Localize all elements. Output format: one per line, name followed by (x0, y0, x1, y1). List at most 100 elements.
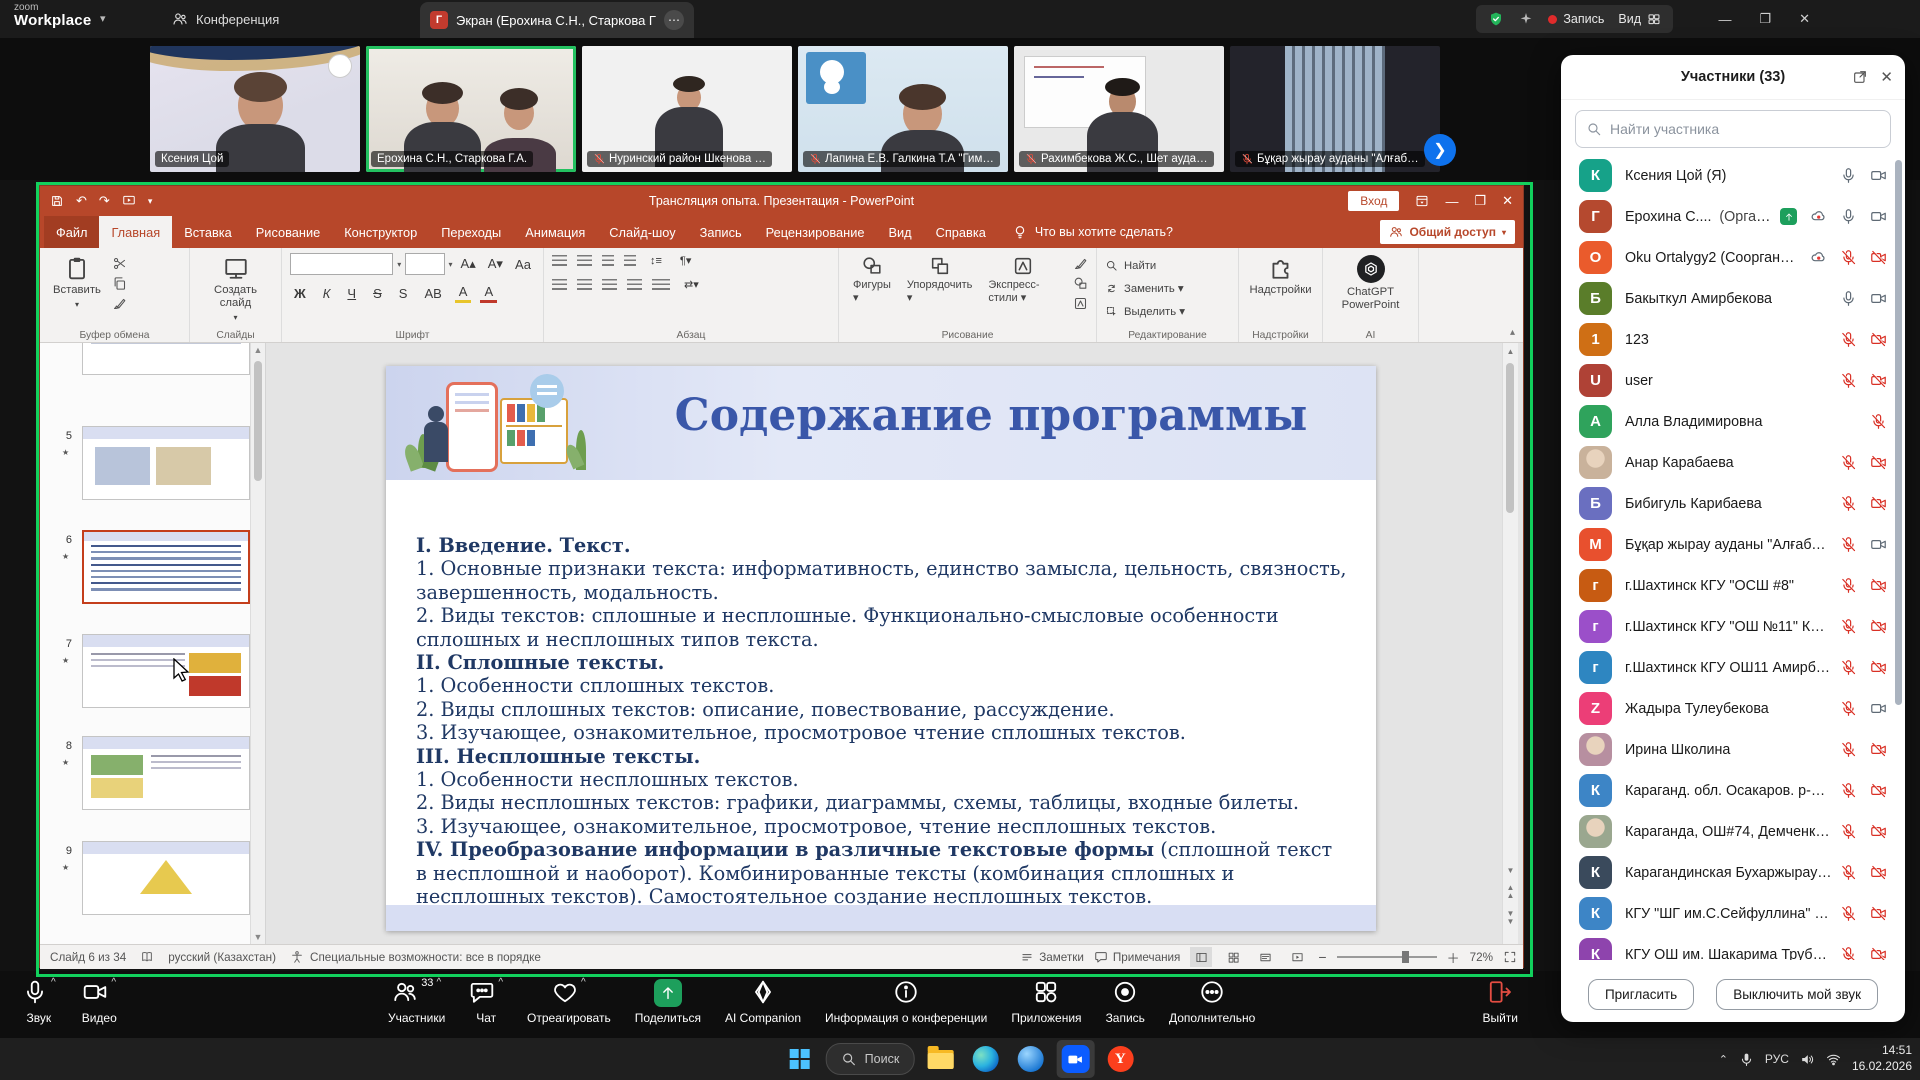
camera-off-icon[interactable] (1870, 618, 1887, 635)
zoom-out-button[interactable]: − (1318, 949, 1326, 965)
close-button[interactable]: ✕ (1799, 11, 1810, 27)
toolbar-share-button[interactable]: Поделиться (635, 979, 701, 1025)
select-button[interactable]: Выделить ▾ (1105, 301, 1230, 322)
browser-app-icon[interactable] (1011, 1040, 1049, 1078)
shapes-button[interactable]: Фигуры ▾ (847, 253, 897, 306)
recording-indicator[interactable]: Запись (1548, 12, 1604, 26)
line-spacing-icon[interactable]: ↕≡ (646, 254, 666, 268)
columns-icon[interactable] (652, 279, 670, 290)
mic-muted-icon[interactable] (1840, 454, 1857, 471)
shield-check-icon[interactable] (1488, 11, 1504, 27)
align-left-icon[interactable] (552, 279, 567, 290)
mic-on-icon[interactable] (1840, 290, 1857, 307)
zoom-slider[interactable] (1337, 956, 1437, 958)
slide-thumbnail-8[interactable] (82, 736, 250, 810)
slide-thumbnail-6[interactable] (82, 530, 250, 604)
tray-mic-icon[interactable] (1739, 1052, 1754, 1067)
bullets-icon[interactable] (552, 255, 567, 266)
slideshow-view-button[interactable] (1286, 947, 1308, 967)
align-right-icon[interactable] (602, 279, 617, 290)
participant-row[interactable]: Г Ерохина С.... (Организатор) (1561, 196, 1905, 237)
participant-row[interactable]: Б Бибигуль Карибаева (1561, 483, 1905, 524)
mic-muted-icon[interactable] (1840, 577, 1857, 594)
mic-muted-icon[interactable] (1870, 413, 1887, 430)
camera-on-icon[interactable] (1870, 536, 1887, 553)
participant-row[interactable]: U user (1561, 360, 1905, 401)
camera-off-icon[interactable] (1870, 372, 1887, 389)
mic-muted-icon[interactable] (1840, 618, 1857, 635)
video-tile[interactable]: Лапина Е.В. Галкина Т.А "Гим… (798, 46, 1008, 172)
ribbon-tab-справка[interactable]: Справка (924, 216, 998, 248)
participant-row[interactable]: М Бұқар жырау ауданы "Алғабас НО… (1561, 524, 1905, 565)
shrink-font-icon[interactable]: А▾ (484, 255, 507, 273)
shape-outline-icon[interactable] (1073, 276, 1088, 291)
toolbar-audio-button[interactable]: ^ Звук (22, 979, 56, 1025)
slide-thumbnail-5[interactable] (82, 426, 250, 500)
ppt-close-button[interactable]: ✕ (1502, 193, 1513, 209)
video-tile[interactable]: Ксения Цой (150, 46, 360, 172)
participant-row[interactable]: г г.Шахтинск КГУ "ОШ №11" Кожухо… (1561, 606, 1905, 647)
participant-row[interactable]: г г.Шахтинск КГУ "ОСШ #8" (1561, 565, 1905, 606)
zoom-level[interactable]: 72% (1470, 951, 1493, 964)
format-painter-icon[interactable] (112, 296, 127, 311)
participant-row[interactable]: Анар Карабаева (1561, 442, 1905, 483)
participant-row[interactable]: К Караганд. обл. Осакаров. р-н ОШ … (1561, 770, 1905, 811)
participant-row[interactable]: Ирина Школина (1561, 729, 1905, 770)
camera-off-icon[interactable] (1870, 782, 1887, 799)
decrease-indent-icon[interactable] (602, 255, 614, 266)
participant-row[interactable]: К Ксения Цой (Я) (1561, 155, 1905, 196)
restore-button[interactable]: ❐ (1759, 11, 1771, 27)
tell-me-search[interactable]: Что вы хотите сделать? (1012, 224, 1173, 240)
ppt-restore-button[interactable]: ❐ (1474, 193, 1486, 209)
replace-button[interactable]: Заменить ▾ (1105, 278, 1230, 299)
ribbon-tab-анимация[interactable]: Анимация (513, 216, 597, 248)
toolbar-apps-button[interactable]: Приложения (1011, 979, 1081, 1025)
language-indicator[interactable]: РУС (1765, 1052, 1789, 1066)
minimize-button[interactable]: — (1718, 12, 1731, 27)
shape-effects-icon[interactable] (1073, 296, 1088, 311)
increase-indent-icon[interactable] (624, 255, 636, 266)
zoom-in-button[interactable]: ＋ (1447, 948, 1460, 967)
comments-button[interactable]: Примечания (1094, 950, 1180, 964)
ribbon-tab-рисование[interactable]: Рисование (244, 216, 332, 248)
video-tile[interactable]: Рахимбекова Ж.С., Шет ауда… (1014, 46, 1224, 172)
slide-thumbnail-9[interactable] (82, 841, 250, 915)
share-access-button[interactable]: Общий доступ▾ (1380, 220, 1515, 244)
participant-row[interactable]: Z Жадыра Тулеубекова (1561, 688, 1905, 729)
video-tile[interactable]: Нуринский район Шкенова … (582, 46, 792, 172)
normal-view-button[interactable] (1190, 947, 1212, 967)
tab-screen-share[interactable]: Г Экран (Ерохина С.Н., Старкова Г ⋯ (420, 2, 694, 38)
chevron-up-icon[interactable]: ^ (111, 977, 116, 988)
copy-icon[interactable] (112, 276, 127, 291)
paste-button[interactable]: Вставить▾ (48, 253, 106, 311)
toolbar-record-button[interactable]: Запись (1106, 979, 1145, 1025)
edge-browser-icon[interactable] (966, 1040, 1004, 1078)
camera-off-icon[interactable] (1870, 946, 1887, 960)
ribbon-tab-рецензирование[interactable]: Рецензирование (754, 216, 877, 248)
network-icon[interactable] (1826, 1052, 1841, 1067)
fit-slide-icon[interactable] (1503, 950, 1517, 964)
ribbon-display-icon[interactable] (1415, 194, 1429, 208)
video-tile[interactable]: Ерохина С.Н., Старкова Г.А. (366, 46, 576, 172)
spellcheck-icon[interactable] (140, 950, 154, 964)
mic-muted-icon[interactable] (1840, 823, 1857, 840)
file-explorer-icon[interactable] (921, 1040, 959, 1078)
participant-row[interactable]: К КГУ ОШ им. Шакарима Трубицына… (1561, 934, 1905, 960)
mic-on-icon[interactable] (1840, 208, 1857, 225)
ribbon-tab-слайд-шоу[interactable]: Слайд-шоу (597, 216, 687, 248)
mic-muted-icon[interactable] (1840, 536, 1857, 553)
accessibility-status[interactable]: Специальные возможности: все в порядке (290, 950, 541, 964)
camera-off-icon[interactable] (1870, 331, 1887, 348)
yandex-browser-icon[interactable]: Y (1101, 1040, 1139, 1078)
participant-row[interactable]: Караганда, ОШ#74, Демченко И.Б. (1561, 811, 1905, 852)
justify-icon[interactable] (627, 279, 642, 290)
mic-muted-icon[interactable] (1840, 372, 1857, 389)
camera-on-icon[interactable] (1870, 167, 1887, 184)
addins-button[interactable]: Надстройки (1247, 253, 1314, 299)
participant-row[interactable]: O Oku Ortalygy2 (Соорганизатор) (1561, 237, 1905, 278)
ai-sparkle-icon[interactable] (1518, 11, 1534, 27)
tray-expand-icon[interactable]: ⌃ (1719, 1053, 1728, 1066)
font-name-input[interactable] (290, 253, 393, 275)
participant-row[interactable]: Б Бакыткул Амирбекова (1561, 278, 1905, 319)
new-slide-button[interactable]: Создать слайд▾ (198, 253, 273, 324)
